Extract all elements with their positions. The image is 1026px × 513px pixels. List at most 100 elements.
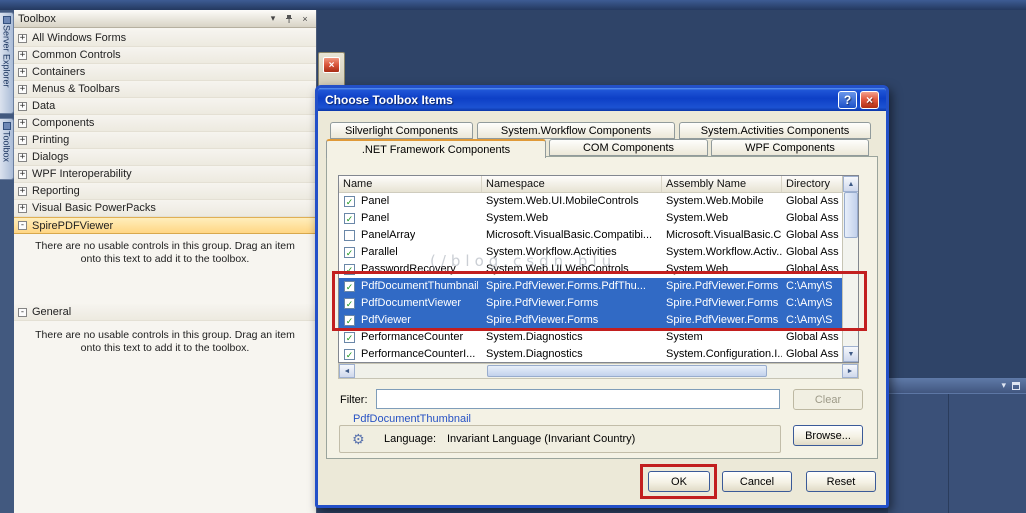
toolbox-group-general[interactable]: - General [14,304,316,321]
help-icon[interactable]: ? [838,91,857,109]
toolbox-group-dialogs[interactable]: +Dialogs [14,149,316,166]
cell-assembly: Spire.PdfViewer.Forms ... [662,312,782,329]
toolbox-group-data[interactable]: +Data [14,98,316,115]
horizontal-scrollbar[interactable]: ◄ ► [338,363,859,379]
tab-system-workflow-components[interactable]: System.Workflow Components [477,122,675,139]
cancel-button[interactable]: Cancel [722,471,792,492]
close-icon[interactable]: × [298,12,312,25]
expand-icon[interactable]: - [18,308,27,317]
note-line: onto this text to add it to the toolbox. [22,253,308,266]
table-row[interactable]: ✓PanelSystem.Web.UI.MobileControlsSystem… [339,193,842,210]
toolbox-group-menus-toolbars[interactable]: +Menus & Toolbars [14,81,316,98]
cell-name: ✓ Parallel [339,244,482,261]
reset-button[interactable]: Reset [806,471,876,492]
toolbox-group-containers[interactable]: +Containers [14,64,316,81]
ok-button[interactable]: OK [648,471,710,492]
scroll-left-icon[interactable]: ◄ [339,364,355,378]
tab-wpf-components[interactable]: WPF Components [711,139,869,156]
toolbox-group-reporting[interactable]: +Reporting [14,183,316,200]
language-label: Language: [384,433,436,445]
scrollbar-thumb[interactable] [487,365,767,377]
row-checkbox[interactable]: ✓ [344,349,355,360]
toolbox-group-components[interactable]: +Components [14,115,316,132]
scrollbar-thumb[interactable] [844,192,858,238]
table-row[interactable]: ✓PanelSystem.WebSystem.WebGlobal Ass [339,210,842,227]
table-row[interactable]: ✓PdfViewerSpire.PdfViewer.FormsSpire.Pdf… [339,312,842,329]
expand-icon[interactable]: + [18,136,27,145]
row-checkbox[interactable]: ✓ [344,213,355,224]
expand-icon[interactable]: + [18,85,27,94]
toolbox-group-all-windows-forms[interactable]: + All Windows Forms [14,30,316,47]
expand-icon[interactable]: + [18,170,27,179]
row-checkbox[interactable]: ✓ [344,315,355,326]
row-checkbox[interactable] [344,230,355,241]
expand-icon[interactable]: + [18,51,27,60]
browse-button[interactable]: Browse... [793,425,863,446]
toolbox-group-spirepdfviewer[interactable]: -SpirePDFViewer [14,217,316,234]
scroll-down-icon[interactable]: ▼ [843,346,859,362]
window-menu-icon[interactable]: ▾ [266,12,280,25]
cell-name: ✓Panel [339,210,482,227]
filter-input[interactable] [376,389,780,409]
scroll-up-icon[interactable]: ▲ [843,176,859,192]
toolbox-group-printing[interactable]: +Printing [14,132,316,149]
table-row[interactable]: ✓PerformanceCounterI...System.Diagnostic… [339,346,842,363]
table-row[interactable]: ✓PerformanceCounterSystem.DiagnosticsSys… [339,329,842,346]
row-checkbox[interactable]: ✓ [344,247,355,258]
toolbox-group-label: All Windows Forms [32,32,126,44]
component-name: PerformanceCounterI... [361,346,475,363]
expand-icon[interactable]: + [18,187,27,196]
cell-name: ✓ PerformanceCounterI... [339,346,482,363]
toolbox-groups: + All Windows Forms +Common Controls+Conta… [14,28,316,234]
pin-icon[interactable] [282,12,296,25]
row-checkbox[interactable]: ✓ [344,264,355,275]
row-checkbox[interactable]: ✓ [344,332,355,343]
toolbox-group-visual-basic-powerpacks[interactable]: +Visual Basic PowerPacks [14,200,316,217]
column-header-namespace[interactable]: Namespace [482,176,662,192]
clear-button[interactable]: Clear [793,389,863,410]
tab-silverlight-components[interactable]: Silverlight Components [330,122,473,139]
note-line: onto this text to add it to the toolbox. [22,342,308,355]
chevron-down-icon[interactable]: ▾ [1001,380,1006,391]
expand-icon[interactable]: + [18,102,27,111]
tab-net-framework-components[interactable]: .NET Framework Components [326,139,546,158]
component-name: Parallel [361,244,398,261]
docked-panel-titlebar: ▾ [888,378,1026,393]
row-checkbox[interactable]: ✓ [344,196,355,207]
dialog-titlebar[interactable]: Choose Toolbox Items ? × [318,88,886,111]
close-icon[interactable]: × [323,57,340,73]
row-checkbox[interactable]: ✓ [344,281,355,292]
toolbox-group-label: WPF Interoperability [32,168,132,180]
choose-toolbox-items-dialog: Choose Toolbox Items ? × Silverlight Com… [315,85,889,508]
tab-com-components[interactable]: COM Components [549,139,708,156]
window-icon[interactable] [1012,382,1020,390]
table-row[interactable]: ✓PasswordRecoverySystem.Web.UI.WebContro… [339,261,842,278]
expand-icon[interactable]: + [18,153,27,162]
table-row[interactable]: ✓PdfDocumentThumbnailSpire.PdfViewer.For… [339,278,842,295]
expand-icon[interactable]: + [18,68,27,77]
sidebar-item-toolbox[interactable]: Toolbox [0,118,14,180]
toolbox-group-common-controls[interactable]: +Common Controls [14,47,316,64]
sidebar-item-server-explorer[interactable]: Server Explorer [0,12,14,114]
expand-icon[interactable]: - [18,221,27,230]
cell-directory: Global Ass [782,193,842,210]
table-row[interactable]: ✓PdfDocumentViewerSpire.PdfViewer.FormsS… [339,295,842,312]
column-header-assembly[interactable]: Assembly Name [662,176,782,192]
expand-icon[interactable]: + [18,204,27,213]
table-row[interactable]: ✓ParallelSystem.Workflow.ActivitiesSyste… [339,244,842,261]
scroll-right-icon[interactable]: ► [842,364,858,378]
component-info-box: ⚙ Language: Invariant Language (Invarian… [339,425,781,453]
vertical-scrollbar[interactable]: ▲ ▼ [842,176,858,362]
language-value: Invariant Language (Invariant Country) [447,433,635,445]
close-icon[interactable]: × [860,91,879,109]
table-row[interactable]: PanelArrayMicrosoft.VisualBasic.Compatib… [339,227,842,244]
component-name: Panel [361,193,389,210]
tab-system-activities-components[interactable]: System.Activities Components [679,122,871,139]
expand-icon[interactable]: + [18,34,27,43]
expand-icon[interactable]: + [18,119,27,128]
toolbox-group-wpf-interoperability[interactable]: + WPF Interoperability [14,166,316,183]
row-checkbox[interactable]: ✓ [344,298,355,309]
column-header-name[interactable]: Name [339,176,482,192]
cell-assembly: System.Web.Mobile [662,193,782,210]
column-header-directory[interactable]: Directory [782,176,842,192]
